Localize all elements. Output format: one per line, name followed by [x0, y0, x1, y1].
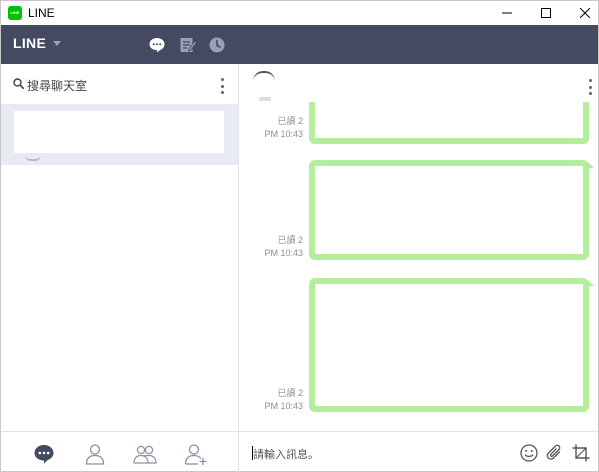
- account-menu-label[interactable]: LINE: [13, 35, 46, 51]
- line-window: LINE LINE LINE 搜尋聊天室 已讀 2 PM 10:43 已讀 2 …: [0, 0, 599, 472]
- emoji-icon[interactable]: [519, 443, 539, 463]
- message-meta: 已讀 2 PM 10:43: [264, 387, 303, 413]
- window-title: LINE: [28, 6, 55, 20]
- top-navigation-bar: LINE: [1, 25, 598, 64]
- clock-icon[interactable]: [208, 36, 226, 54]
- chevron-down-icon[interactable]: [53, 41, 61, 46]
- attach-icon[interactable]: [545, 443, 565, 463]
- friend-icon[interactable]: [83, 442, 107, 466]
- read-receipt: 已讀 2: [277, 235, 303, 245]
- avatar: [25, 155, 41, 161]
- chat-list-pane: 搜尋聊天室: [1, 64, 239, 472]
- chat-bubble-icon[interactable]: [148, 36, 166, 54]
- message-meta: 已讀 2 PM 10:43: [264, 234, 303, 260]
- message-bubble[interactable]: [309, 160, 589, 260]
- chat-preview-redacted: [14, 111, 224, 153]
- message-list: 已讀 2 PM 10:43 已讀 2 PM 10:43 已讀 2 PM 10:4…: [239, 102, 598, 430]
- message-bubble[interactable]: [309, 278, 589, 412]
- close-icon: [580, 8, 590, 18]
- maximize-icon: [541, 8, 551, 18]
- search-icon: [13, 78, 24, 89]
- message-meta: 已讀 2 PM 10:43: [264, 115, 303, 141]
- bubble-tail: [588, 280, 594, 286]
- sidebar-tab-bar: [1, 431, 238, 472]
- message-time: PM 10:43: [264, 248, 303, 258]
- close-button[interactable]: [562, 1, 599, 25]
- crop-icon[interactable]: [571, 443, 591, 463]
- line-logo-icon: LINE: [8, 6, 22, 20]
- bubble-tail: [588, 162, 594, 168]
- chat-list-item-selected[interactable]: [1, 104, 238, 165]
- chat-search-bar[interactable]: 搜尋聊天室: [1, 64, 238, 104]
- room-name-redacted: [259, 97, 271, 101]
- note-icon[interactable]: [179, 36, 197, 54]
- read-receipt: 已讀 2: [277, 116, 303, 126]
- group-icon[interactable]: [133, 442, 157, 466]
- message-time: PM 10:43: [264, 401, 303, 411]
- message-input[interactable]: 請輸入訊息。: [253, 446, 319, 462]
- room-options-icon[interactable]: [588, 79, 592, 95]
- add-friend-icon[interactable]: [184, 442, 208, 466]
- read-receipt: 已讀 2: [277, 388, 303, 398]
- message-input-bar: 請輸入訊息。: [239, 431, 598, 472]
- chats-tab-icon[interactable]: [32, 442, 56, 466]
- title-bar: LINE LINE: [1, 1, 598, 25]
- chat-room-header: [239, 64, 598, 102]
- chat-room-pane: 已讀 2 PM 10:43 已讀 2 PM 10:43 已讀 2 PM 10:4…: [239, 64, 598, 472]
- message-time: PM 10:43: [264, 129, 303, 139]
- room-avatar: [253, 71, 275, 81]
- message-bubble[interactable]: [309, 102, 589, 144]
- minimize-icon: [502, 12, 512, 14]
- more-options-icon[interactable]: [220, 78, 224, 94]
- search-input[interactable]: 搜尋聊天室: [27, 77, 87, 94]
